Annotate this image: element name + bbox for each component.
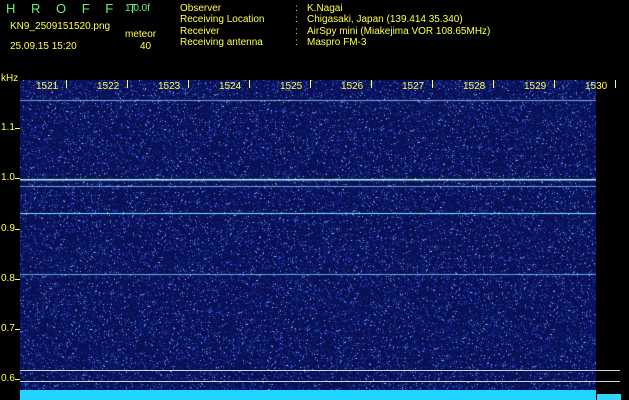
hroft-brand: H R O F F T [6,1,143,16]
x-tick [188,80,189,88]
x-tick-label: 1522 [97,81,120,92]
y-tick [15,128,20,129]
y-tick-label: 0.7 [1,323,15,334]
x-tick [432,80,433,88]
x-tick [554,80,555,88]
field-colon: : [295,14,298,25]
marker-line-lower [20,381,620,382]
field-label-observer: Observer [180,3,222,14]
x-tick-label: 1527 [402,81,425,92]
y-unit-label: kHz [1,73,19,84]
y-tick [15,229,20,230]
y-tick-label: 0.9 [1,223,15,234]
count-label: 40 [140,41,152,52]
signal-level-bar [20,390,596,400]
x-tick [66,80,67,88]
field-colon: : [295,26,298,37]
x-tick [310,80,311,88]
y-tick-label: 0.8 [1,273,15,284]
version-label: 1.0.0f [125,3,151,14]
field-value-receiver: AirSpy mini (Miakejima VOR 108.65MHz) [307,26,491,37]
field-value-location: Chigasaki, Japan (139.414 35.340) [307,14,463,25]
scale-indicator [597,394,621,400]
spectrogram-canvas [20,80,596,400]
x-tick [127,80,128,88]
y-tick-label: 1.1 [1,122,15,133]
field-label-location: Receiving Location [180,14,265,25]
filename-label: KN9_2509151520.png [10,21,111,32]
x-tick [615,80,616,88]
field-value-observer: K.Nagai [307,3,343,14]
x-tick [493,80,494,88]
field-colon: : [295,37,298,48]
y-tick [15,379,20,380]
x-tick-label: 1525 [280,81,303,92]
x-tick-label: 1530 [585,81,608,92]
x-tick-label: 1528 [463,81,486,92]
x-tick-label: 1529 [524,81,547,92]
field-value-antenna: Maspro FM-3 [307,37,367,48]
y-tick-label: 1.0 [1,172,15,183]
x-tick [371,80,372,88]
y-tick-label: 0.6 [1,373,15,384]
x-tick [249,80,250,88]
field-label-antenna: Receiving antenna [180,37,263,48]
field-colon: : [295,3,298,14]
y-tick [15,178,20,179]
y-tick [15,329,20,330]
y-tick [15,279,20,280]
marker-line-upper [20,370,620,371]
x-tick-label: 1524 [219,81,242,92]
field-label-receiver: Receiver [180,26,220,37]
datetime-label: 25.09.15 15:20 [10,41,77,52]
mode-label: meteor [125,29,157,40]
x-tick-label: 1523 [158,81,181,92]
x-tick-label: 1521 [36,81,59,92]
spectrogram-plot [20,80,596,400]
x-tick-label: 1526 [341,81,364,92]
